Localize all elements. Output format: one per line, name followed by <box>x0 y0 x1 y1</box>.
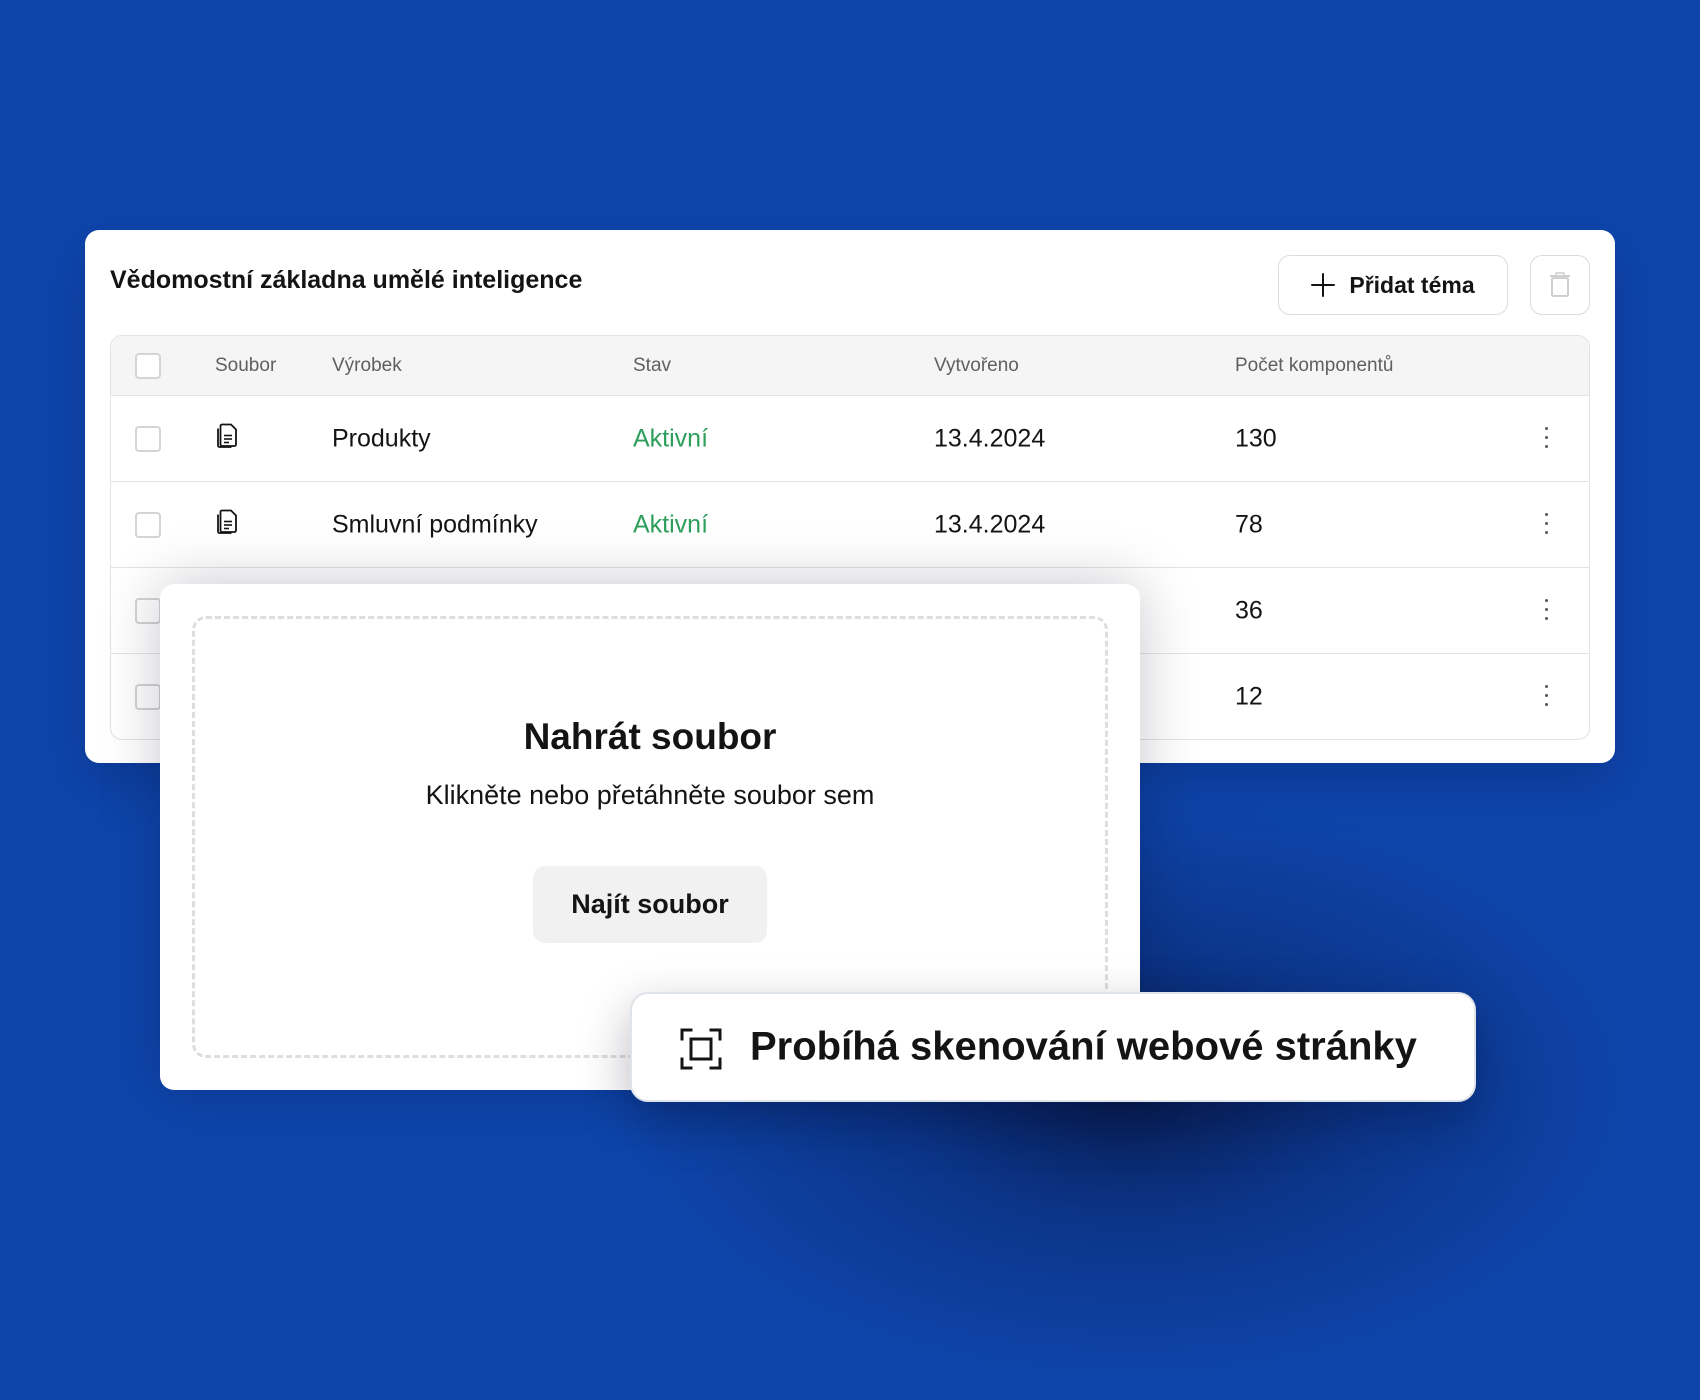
add-topic-button[interactable]: Přidat téma <box>1278 255 1508 315</box>
product-name: Smluvní podmínky <box>332 510 538 538</box>
column-header-file[interactable]: Soubor <box>215 355 276 377</box>
status-badge: Aktivní <box>633 424 709 452</box>
select-all-checkbox[interactable] <box>135 352 161 379</box>
product-name: Produkty <box>332 424 431 452</box>
page-title: Vědomostní základna umělé inteligence <box>110 266 583 294</box>
add-topic-label: Přidat téma <box>1349 271 1475 298</box>
more-options-icon[interactable] <box>1543 512 1549 537</box>
column-header-created[interactable]: Vytvořeno <box>934 355 1019 377</box>
upload-instructions: Klikněte nebo přetáhněte soubor sem <box>425 780 875 810</box>
created-date: 13.4.2024 <box>934 510 1046 538</box>
column-header-status[interactable]: Stav <box>633 355 671 377</box>
component-count: 12 <box>1235 682 1263 710</box>
component-count: 36 <box>1235 596 1263 624</box>
row-checkbox[interactable] <box>135 683 161 710</box>
more-options-icon[interactable] <box>1543 684 1549 709</box>
row-checkbox[interactable] <box>135 597 161 624</box>
component-count: 78 <box>1235 510 1263 538</box>
column-header-product[interactable]: Výrobek <box>332 355 402 377</box>
more-options-icon[interactable] <box>1543 598 1549 623</box>
upload-title: Nahrát soubor <box>523 716 777 757</box>
scan-icon <box>680 1028 722 1070</box>
document-icon <box>215 422 239 455</box>
more-options-icon[interactable] <box>1543 426 1549 451</box>
delete-button[interactable] <box>1530 255 1590 315</box>
created-date: 13.4.2024 <box>934 424 1046 452</box>
table-row[interactable]: Produkty Aktivní 13.4.2024 130 <box>111 396 1589 482</box>
table-row[interactable]: Smluvní podmínky Aktivní 13.4.2024 78 <box>111 482 1589 568</box>
row-checkbox[interactable] <box>135 511 161 538</box>
column-header-component-count[interactable]: Počet komponentů <box>1235 355 1393 377</box>
table-header: Soubor Výrobek Stav Vytvořeno Počet komp… <box>111 336 1589 396</box>
scan-status-label: Probíhá skenování webové stránky <box>750 1024 1417 1069</box>
scanning-toast: Probíhá skenování webové stránky <box>630 992 1476 1102</box>
component-count: 130 <box>1235 424 1277 452</box>
document-icon <box>215 508 239 541</box>
find-file-button[interactable]: Najít soubor <box>533 866 767 943</box>
row-checkbox[interactable] <box>135 425 161 452</box>
status-badge: Aktivní <box>633 510 709 538</box>
plus-icon <box>1311 273 1336 297</box>
trash-icon <box>1550 272 1570 297</box>
